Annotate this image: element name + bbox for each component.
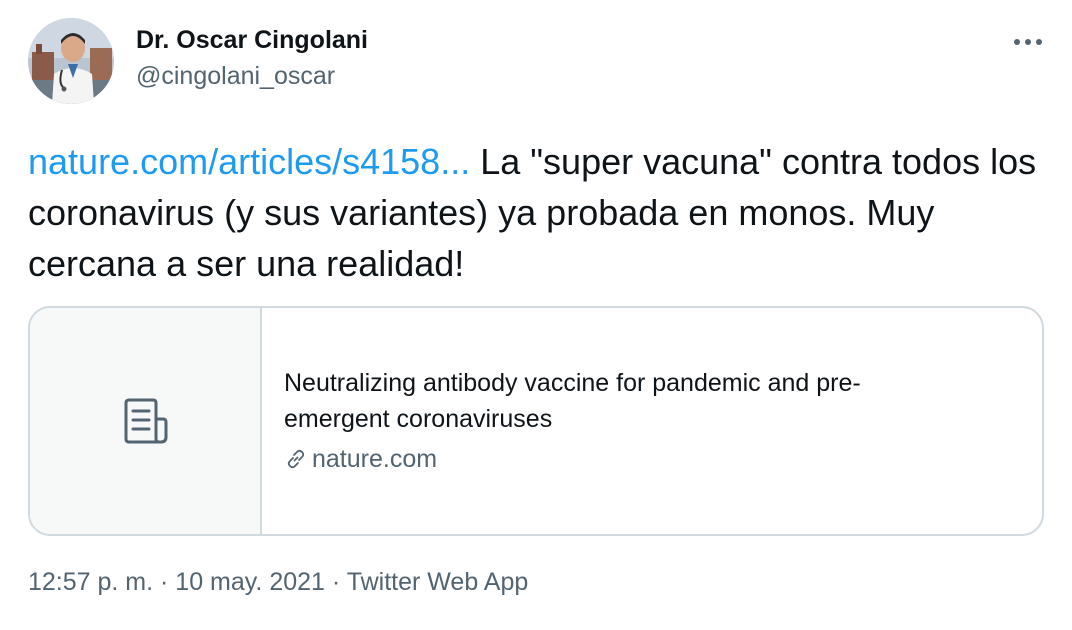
link-icon xyxy=(284,447,308,471)
tweet-meta: 12:57 p. m. · 10 may. 2021 · Twitter Web… xyxy=(28,568,528,597)
tweet-time[interactable]: 12:57 p. m. xyxy=(28,568,153,596)
avatar[interactable] xyxy=(28,18,114,104)
more-dots-icon xyxy=(1014,39,1042,45)
card-thumbnail xyxy=(30,308,262,534)
meta-separator-2: · xyxy=(324,568,347,596)
card-domain: nature.com xyxy=(284,441,1042,477)
tweet-date[interactable]: 10 may. 2021 xyxy=(175,568,325,596)
link-preview-card[interactable]: Neutralizing antibody vaccine for pandem… xyxy=(28,306,1044,536)
author-display-name[interactable]: Dr. Oscar Cingolani xyxy=(136,26,368,55)
card-title[interactable]: Neutralizing antibody vaccine for pandem… xyxy=(284,365,964,437)
tweet-link[interactable]: nature.com/articles/s4158... xyxy=(28,141,470,182)
more-options-button[interactable] xyxy=(1006,24,1050,60)
avatar-image xyxy=(28,18,114,104)
card-body: Neutralizing antibody vaccine for pandem… xyxy=(262,308,1042,534)
document-icon xyxy=(124,398,168,444)
author-handle[interactable]: @cingolani_oscar xyxy=(136,62,335,91)
meta-separator-1: · xyxy=(153,568,176,596)
tweet-source[interactable]: Twitter Web App xyxy=(347,568,529,596)
tweet-text: nature.com/articles/s4158... La "super v… xyxy=(28,136,1038,289)
card-domain-text: nature.com xyxy=(312,445,438,473)
